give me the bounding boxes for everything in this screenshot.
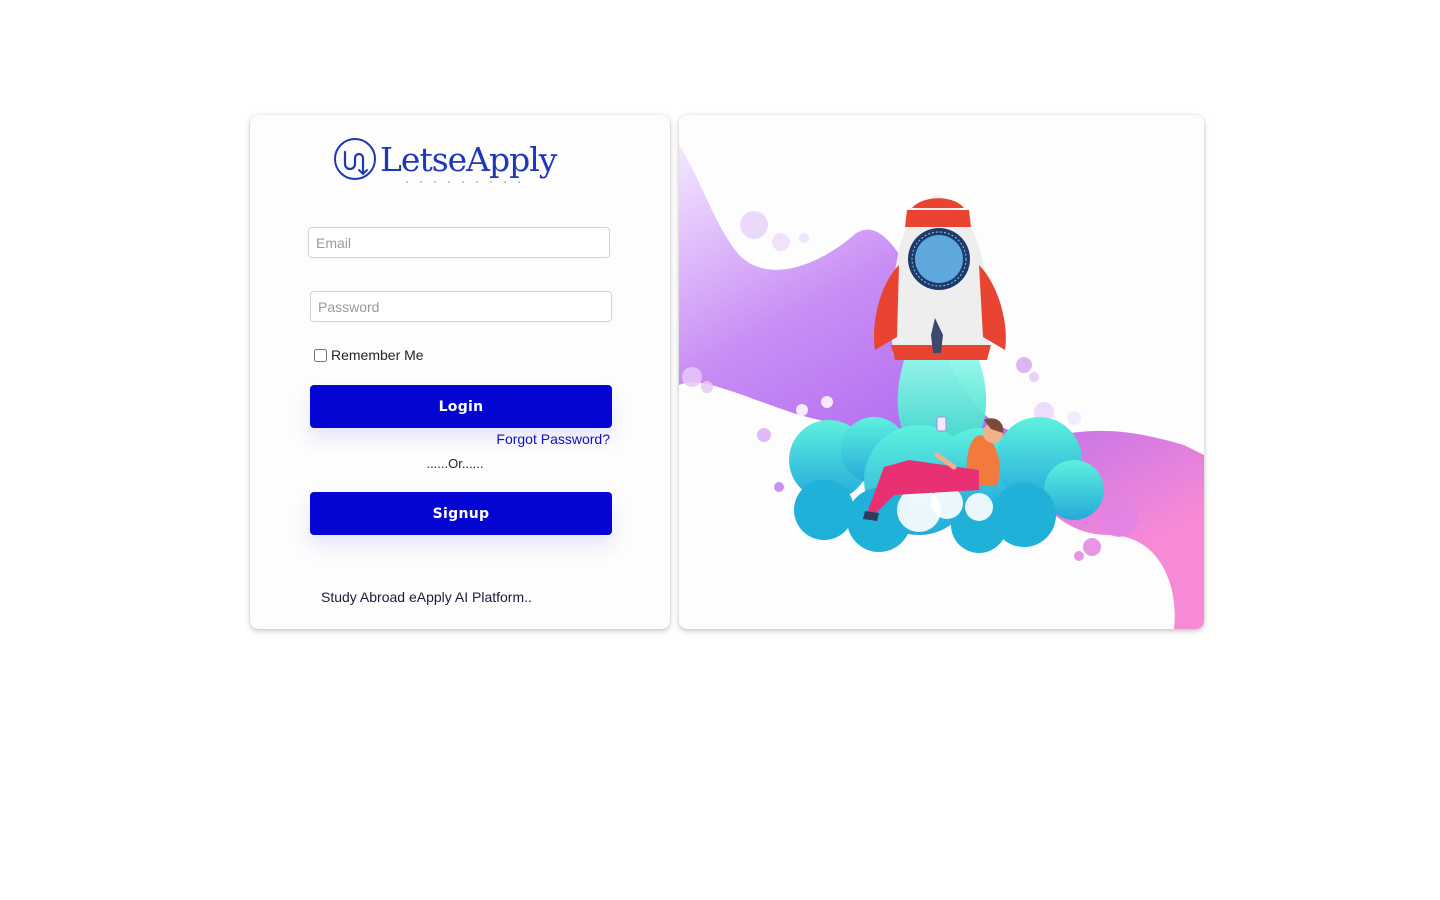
brand-logo-text: LetseApply (380, 139, 557, 179)
illustration-card (679, 115, 1204, 629)
rocket-launch-illustration (679, 145, 1204, 629)
password-field[interactable] (310, 291, 612, 322)
signup-button[interactable]: Signup (310, 492, 612, 535)
brand-logo: LetseApply (333, 137, 557, 181)
rocket (874, 195, 1006, 360)
or-divider: ......Or...... (426, 456, 484, 471)
remember-me-checkbox[interactable] (314, 348, 327, 362)
remember-me-label: Remember Me (331, 347, 424, 363)
login-card: LetseApply Remember Me Login Forgot Pass… (250, 115, 670, 629)
remember-me[interactable]: Remember Me (313, 347, 424, 363)
brand-logo-icon (334, 138, 376, 180)
email-field[interactable] (308, 227, 610, 258)
forgot-password-link[interactable]: Forgot Password? (496, 431, 610, 447)
platform-tagline: Study Abroad eApply AI Platform.. (321, 589, 532, 605)
login-button[interactable]: Login (310, 385, 612, 428)
logo-dots-decoration (400, 181, 530, 183)
